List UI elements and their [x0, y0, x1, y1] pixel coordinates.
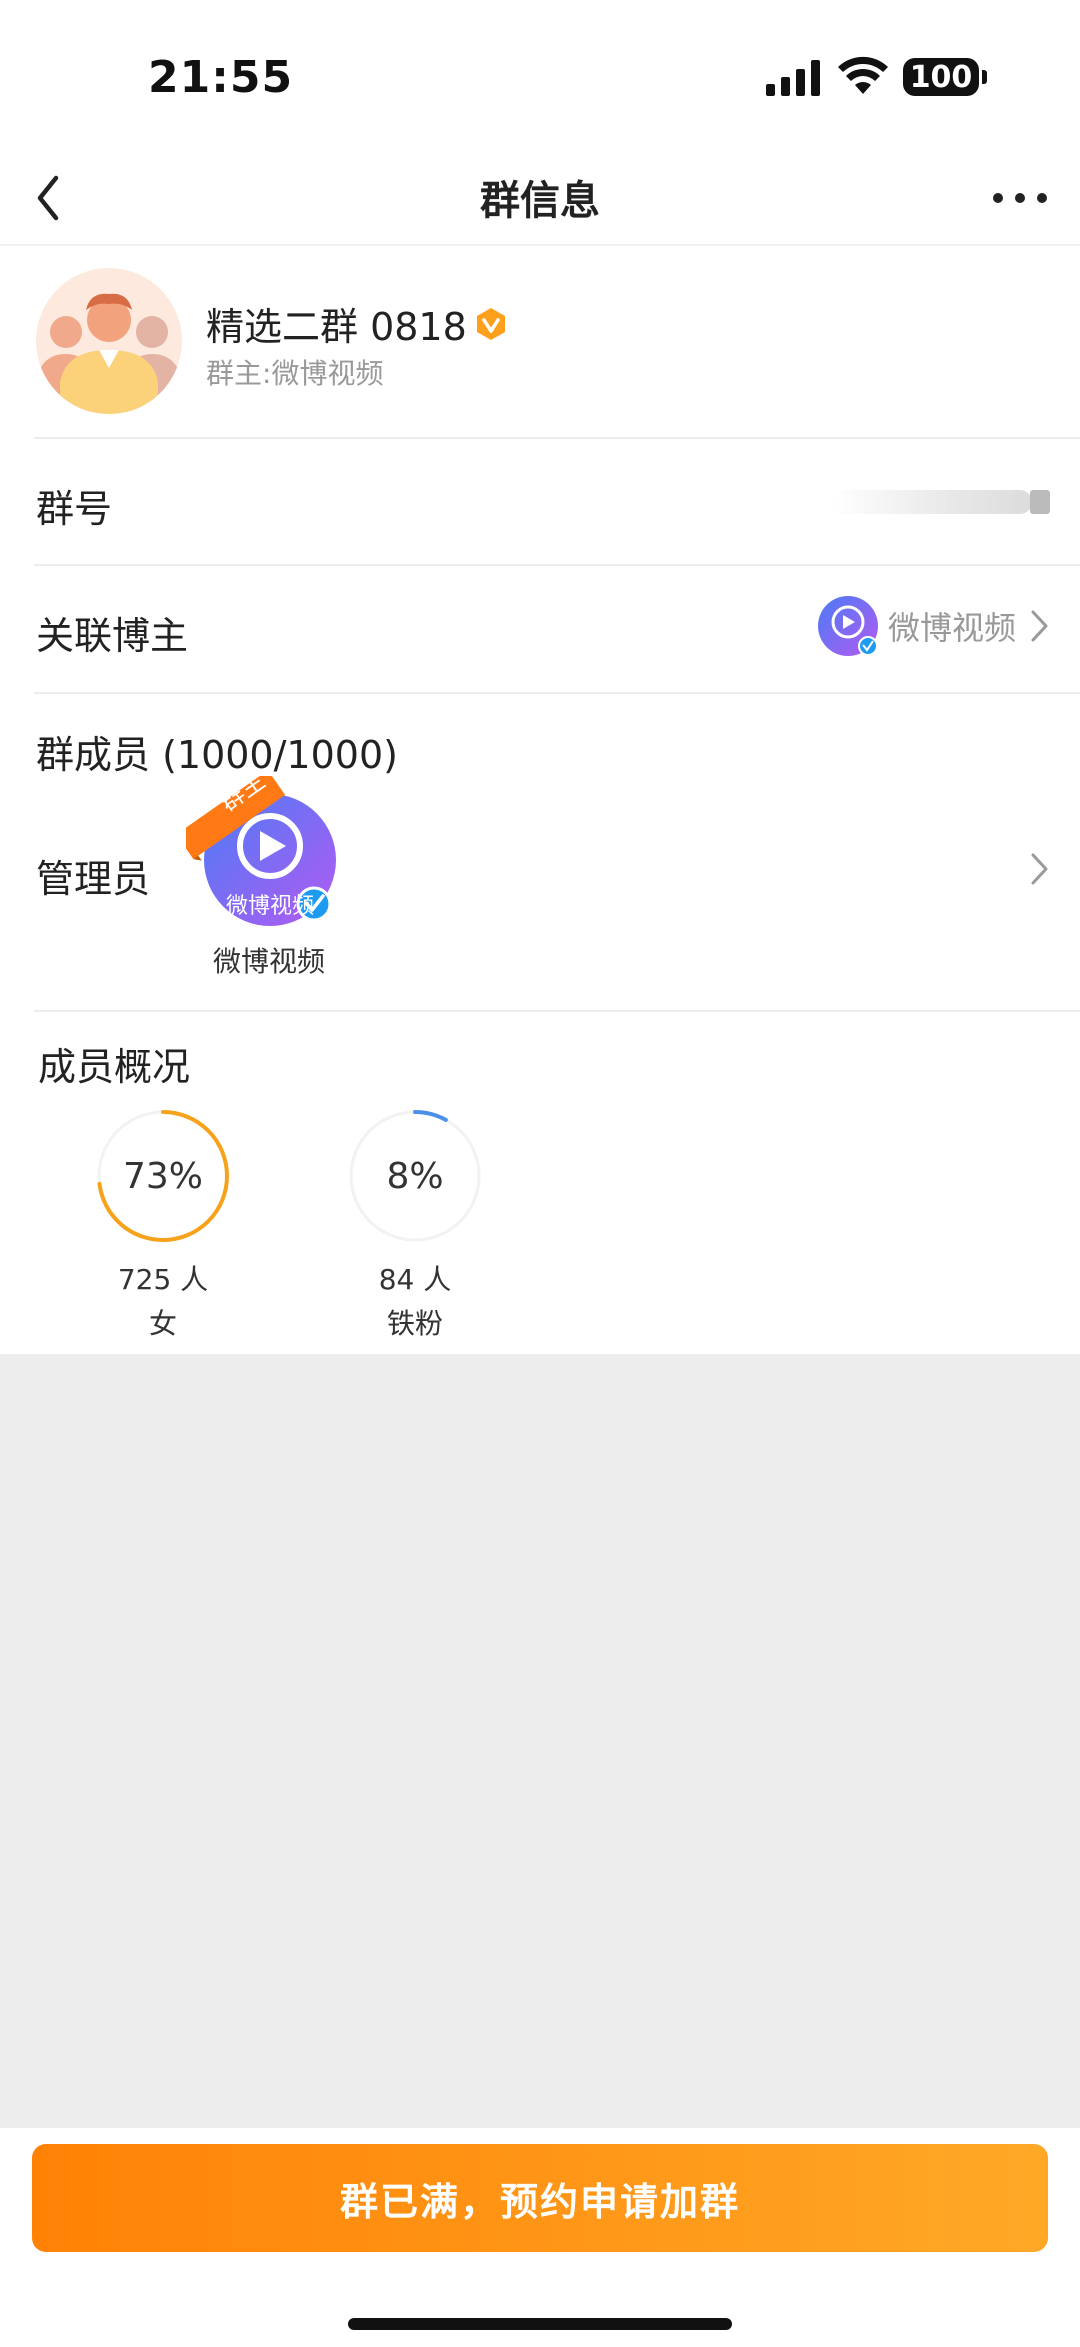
stat-iron-fans-count: 84 人 — [378, 1263, 452, 1296]
group-owner-label: 群主: — [206, 357, 272, 390]
group-owner-name: 微博视频 — [271, 357, 384, 390]
weibo-video-avatar-icon — [817, 596, 878, 656]
chevron-right-icon[interactable] — [1030, 852, 1050, 886]
divider — [34, 692, 1080, 694]
stat-iron-fans-percent: 8% — [386, 1155, 444, 1197]
group-id-label: 群号 — [36, 487, 113, 531]
divider — [34, 564, 1080, 566]
group-avatar — [36, 268, 182, 414]
group-id-value — [832, 490, 1050, 514]
group-name: 精选二群 0818 — [206, 296, 509, 351]
stat-female-percent: 73% — [122, 1155, 203, 1197]
admin-name: 微博视频 — [212, 945, 325, 978]
group-id-blurred — [832, 490, 1032, 514]
admins-label: 管理员 — [36, 857, 151, 901]
chevron-right-icon — [1031, 610, 1048, 642]
group-members-label: 群成员 (1000/1000) — [36, 733, 398, 777]
stat-iron-fans: 8% 84 人 铁粉 — [340, 1108, 490, 1342]
linked-blogger-label: 关联博主 — [36, 614, 189, 658]
group-id-blurred-end — [1030, 490, 1050, 514]
nav-bar: 群信息 — [0, 150, 1080, 246]
stat-female-label: 女 — [148, 1307, 177, 1340]
status-bar: 21:55 100 — [0, 0, 1080, 150]
stat-iron-fans-label: 铁粉 — [386, 1307, 443, 1340]
signal-icon — [766, 60, 820, 96]
group-name-text: 精选二群 0818 — [206, 305, 467, 349]
group-header: 精选二群 0818 群主: 微博视频 — [0, 248, 1080, 438]
verified-group-badge-icon — [476, 307, 505, 340]
linked-blogger-name: 微博视频 — [887, 609, 1016, 647]
page-title: 群信息 — [480, 178, 600, 224]
group-owner: 群主: 微博视频 — [206, 352, 383, 392]
owner-avatar-text: 微博视频 — [225, 894, 314, 919]
wifi-icon — [838, 56, 888, 94]
linked-blogger-item[interactable]: 微博视频 — [817, 596, 1050, 656]
divider — [34, 1010, 1080, 1012]
stat-female-count: 725 人 — [117, 1263, 209, 1296]
reserve-join-button[interactable]: 群已满，预约申请加群 — [32, 2144, 1048, 2252]
battery-indicator: 100 — [903, 58, 987, 96]
member-overview-title: 成员概况 — [38, 1045, 191, 1089]
admin-avatar[interactable]: 群主 微博视频 — [176, 766, 346, 936]
home-indicator — [348, 2318, 732, 2330]
bottom-bar: 群已满，预约申请加群 — [0, 2128, 1080, 2347]
status-time: 21:55 — [148, 52, 294, 103]
stat-female: 73% 725 人 女 — [88, 1108, 238, 1342]
more-options-icon[interactable] — [990, 188, 1050, 208]
divider — [34, 437, 1080, 439]
